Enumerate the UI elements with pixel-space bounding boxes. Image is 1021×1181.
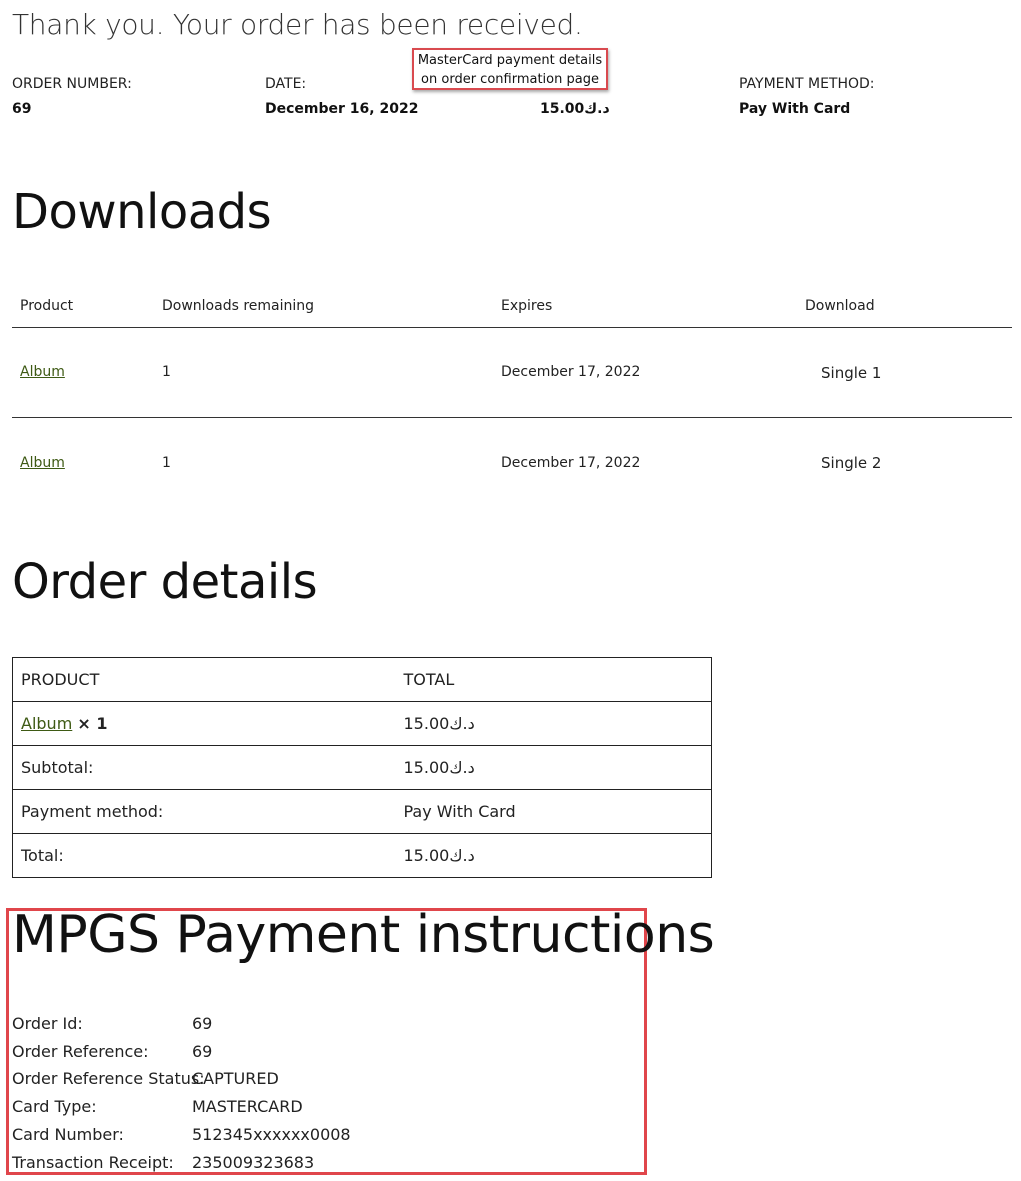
- col-product: Product: [20, 298, 74, 314]
- table-row: Payment method: Pay With Card: [12, 789, 712, 834]
- thank-you-message: Thank you. Your order has been received.: [12, 8, 583, 41]
- mpgs-heading: MPGS Payment instructions: [12, 905, 715, 965]
- order-id-value: 69: [192, 1014, 213, 1033]
- download-link[interactable]: Single 1: [821, 364, 881, 382]
- payment-method-label: Payment method:: [12, 789, 396, 834]
- order-reference-label: Order Reference:: [12, 1042, 149, 1061]
- col-downloads-remaining: Downloads remaining: [162, 298, 315, 314]
- col-download: Download: [805, 298, 875, 314]
- subtotal-label: Subtotal:: [12, 745, 396, 790]
- table-row: PRODUCT TOTAL: [12, 657, 712, 702]
- order-reference-status-value: CAPTURED: [192, 1069, 279, 1088]
- card-type-label: Card Type:: [12, 1097, 97, 1116]
- order-number-label: ORDER NUMBER:: [12, 76, 132, 92]
- order-reference-status-label: Order Reference Status:: [12, 1069, 205, 1088]
- card-type-value: MASTERCARD: [192, 1097, 303, 1116]
- downloads-remaining: 1: [162, 455, 171, 471]
- expires-date: December 17, 2022: [501, 455, 641, 471]
- downloads-remaining: 1: [162, 364, 171, 380]
- col-expires: Expires: [501, 298, 553, 314]
- total-value: 15.00د.ك: [395, 833, 712, 878]
- total-label: Total:: [12, 833, 396, 878]
- date-value: December 16, 2022: [265, 101, 419, 117]
- product-link[interactable]: Album: [20, 364, 65, 380]
- payment-method-label: PAYMENT METHOD:: [739, 76, 875, 92]
- table-row: Album × 1 15.00د.ك: [12, 701, 712, 746]
- download-link[interactable]: Single 2: [821, 454, 881, 472]
- order-id-label: Order Id:: [12, 1014, 83, 1033]
- product-link[interactable]: Album: [21, 714, 72, 733]
- card-number-value: 512345xxxxxx0008: [192, 1125, 351, 1144]
- table-row: Total: 15.00د.ك: [12, 833, 712, 878]
- order-details-table: PRODUCT TOTAL Album × 1 15.00د.ك Subtota…: [12, 657, 712, 878]
- product-link[interactable]: Album: [20, 455, 65, 471]
- col-total-header: TOTAL: [395, 657, 712, 702]
- payment-method-value: Pay With Card: [739, 101, 851, 117]
- expires-date: December 17, 2022: [501, 364, 641, 380]
- transaction-receipt-value: 235009323683: [192, 1153, 315, 1172]
- item-quantity: × 1: [77, 714, 108, 733]
- annotation-callout: MasterCard payment details on order conf…: [412, 48, 608, 90]
- date-label: DATE:: [265, 76, 307, 92]
- table-header-divider: [12, 327, 1012, 328]
- order-item-cell: Album × 1: [12, 701, 396, 746]
- row-divider: [12, 417, 1012, 418]
- table-row: Subtotal: 15.00د.ك: [12, 745, 712, 790]
- total-value: 15.00د.ك: [540, 101, 610, 117]
- transaction-receipt-label: Transaction Receipt:: [12, 1153, 174, 1172]
- order-details-heading: Order details: [12, 554, 318, 610]
- item-total: 15.00د.ك: [395, 701, 712, 746]
- subtotal-value: 15.00د.ك: [395, 745, 712, 790]
- downloads-heading: Downloads: [12, 184, 272, 240]
- card-number-label: Card Number:: [12, 1125, 124, 1144]
- order-number-value: 69: [12, 101, 32, 117]
- col-product-header: PRODUCT: [12, 657, 396, 702]
- payment-method-value: Pay With Card: [395, 789, 712, 834]
- callout-line-2: on order confirmation page: [421, 72, 599, 87]
- order-reference-value: 69: [192, 1042, 213, 1061]
- callout-line-1: MasterCard payment details: [417, 53, 603, 68]
